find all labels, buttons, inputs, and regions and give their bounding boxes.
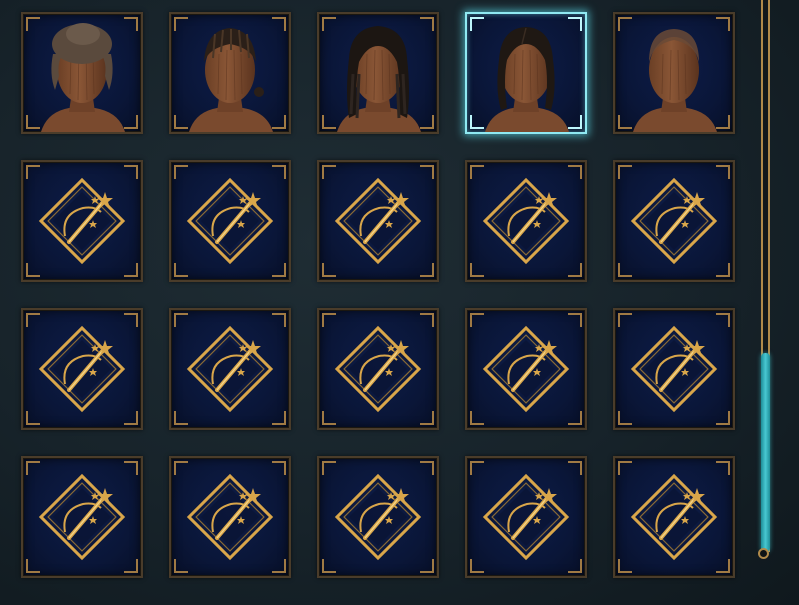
- custom-hairstyle-option[interactable]: [169, 308, 291, 430]
- hairstyle-option[interactable]: [21, 12, 143, 134]
- custom-hairstyle-option[interactable]: [317, 456, 439, 578]
- custom-hairstyle-option[interactable]: [317, 308, 439, 430]
- hairstyle-option[interactable]: [317, 12, 439, 134]
- custom-hairstyle-option[interactable]: [465, 308, 587, 430]
- custom-hairstyle-option[interactable]: [613, 456, 735, 578]
- custom-hairstyle-option[interactable]: [169, 160, 291, 282]
- hairstyle-option[interactable]: [169, 12, 291, 134]
- custom-hairstyle-option[interactable]: [21, 160, 143, 282]
- hairstyle-grid: [0, 0, 760, 605]
- scrollbar[interactable]: [758, 0, 770, 562]
- custom-hairstyle-option[interactable]: [465, 456, 587, 578]
- custom-hairstyle-option[interactable]: [21, 308, 143, 430]
- custom-hairstyle-option[interactable]: [169, 456, 291, 578]
- scrollbar-thumb[interactable]: [761, 353, 770, 552]
- custom-hairstyle-option[interactable]: [465, 160, 587, 282]
- custom-hairstyle-option[interactable]: [317, 160, 439, 282]
- hairstyle-option[interactable]: [465, 12, 587, 134]
- custom-hairstyle-option[interactable]: [21, 456, 143, 578]
- custom-hairstyle-option[interactable]: [613, 160, 735, 282]
- hairstyle-option[interactable]: [613, 12, 735, 134]
- scrollbar-end-cap: [758, 548, 769, 559]
- custom-hairstyle-option[interactable]: [613, 308, 735, 430]
